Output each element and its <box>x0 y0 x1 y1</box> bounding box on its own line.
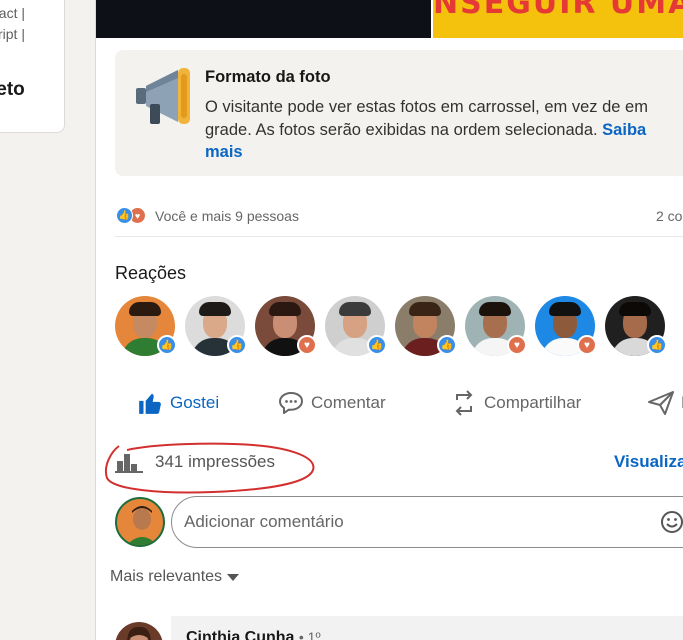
banner-text: NSEGUIR UMA <box>433 0 683 21</box>
avatar-hair <box>339 302 371 316</box>
sidebar-text-line: cript | <box>0 26 25 42</box>
sidebar-text-line: eact | <box>0 5 25 21</box>
sidebar-title[interactable]: leto <box>0 79 25 101</box>
love-badge-icon: ♥ <box>297 335 317 355</box>
post-media-carousel[interactable]: NSEGUIR UMA <box>96 0 683 38</box>
avatar[interactable] <box>115 622 163 640</box>
love-badge-icon: ♥ <box>577 335 597 355</box>
post-photo-dark[interactable] <box>96 0 431 38</box>
send-button[interactable]: E <box>647 385 683 421</box>
view-analytics-link[interactable]: Visualiza <box>614 452 683 472</box>
megaphone-icon <box>136 68 190 124</box>
connection-degree: • 1º <box>298 629 321 640</box>
repost-icon <box>450 389 478 417</box>
post-actions: Gostei Comentar Compartilhar E <box>115 385 683 421</box>
commenter-name[interactable]: Cinthia Cunha • 1º <box>186 629 321 640</box>
reactions-summary[interactable]: Você e mais 9 pessoas <box>155 208 299 224</box>
post-photo-banner[interactable]: NSEGUIR UMA <box>433 0 683 38</box>
reaction-icons[interactable]: 👍 ♥ <box>116 207 150 225</box>
avatar[interactable] <box>115 497 165 547</box>
left-sidebar-card: eact | cript | leto <box>0 0 65 133</box>
commenter-name-text: Cinthia Cunha <box>186 629 295 640</box>
like-reaction-icon: 👍 <box>116 207 133 224</box>
send-icon <box>647 389 675 417</box>
divider <box>115 236 683 237</box>
social-counts: 👍 ♥ Você e mais 9 pessoas 2 co <box>115 205 683 227</box>
like-label: Gostei <box>170 393 220 412</box>
comment-item: Cinthia Cunha • 1º <box>115 616 683 640</box>
like-badge-icon: 👍 <box>437 335 457 355</box>
share-label: Compartilhar <box>484 393 582 412</box>
comment-label: Comentar <box>311 393 386 412</box>
photo-format-title: Formato da foto <box>205 68 331 86</box>
photo-format-text: O visitante pode ver estas fotos em carr… <box>205 98 648 139</box>
avatar-hair <box>269 302 301 316</box>
like-badge-icon: 👍 <box>227 335 247 355</box>
photo-format-notice: Formato da foto O visitante pode ver est… <box>115 50 683 176</box>
avatar-hair <box>549 302 581 316</box>
comment-icon <box>277 389 305 417</box>
comments-sort-dropdown[interactable]: Mais relevantes <box>110 568 240 586</box>
comment-button[interactable]: Comentar <box>277 385 386 421</box>
avatar-hair <box>619 302 651 316</box>
like-badge-icon: 👍 <box>367 335 387 355</box>
emoji-icon[interactable] <box>660 510 683 534</box>
comment-input[interactable] <box>171 496 683 548</box>
sort-label: Mais relevantes <box>110 568 223 585</box>
like-badge-icon: 👍 <box>647 335 667 355</box>
avatar-hair <box>199 302 231 316</box>
reactions-heading: Reações <box>115 263 187 283</box>
avatar-hair <box>479 302 511 316</box>
comment-bubble: Cinthia Cunha • 1º <box>171 616 683 640</box>
thumbs-up-icon <box>136 389 164 417</box>
photo-format-description: O visitante pode ver estas fotos em carr… <box>205 96 683 164</box>
chevron-down-icon <box>227 573 240 581</box>
comment-composer <box>115 495 683 549</box>
share-button[interactable]: Compartilhar <box>450 385 581 421</box>
like-badge-icon: 👍 <box>157 335 177 355</box>
red-annotation-circle <box>105 442 315 494</box>
like-button[interactable]: Gostei <box>136 385 219 421</box>
love-badge-icon: ♥ <box>507 335 527 355</box>
reactor-avatars: 👍 👍 ♥ 👍 👍 ♥ ♥ 👍 <box>115 296 683 358</box>
comments-count[interactable]: 2 co <box>656 208 682 224</box>
avatar-hair <box>409 302 441 316</box>
avatar-hair <box>129 302 161 316</box>
